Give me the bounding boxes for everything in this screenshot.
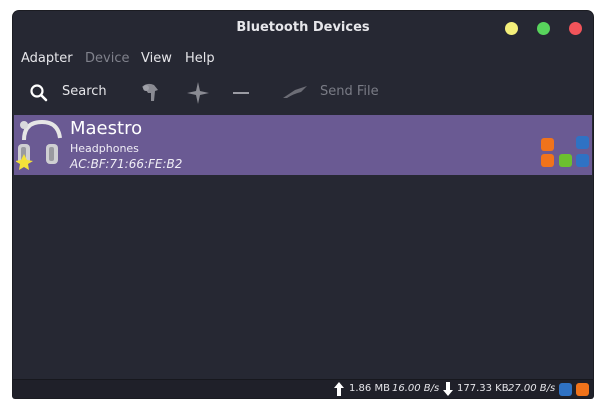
send-file-label: Send File [320, 84, 379, 99]
headphones-icon [16, 119, 62, 170]
download-total: 177.33 KB [457, 383, 509, 394]
upload-rate: 16.00 B/s [392, 383, 439, 394]
wifi-icon [576, 154, 589, 167]
bluetooth-devices-window: Bluetooth Devices Adapter Device View He… [13, 11, 593, 398]
serial-icon [576, 136, 589, 149]
device-row[interactable]: Maestro Headphones AC:BF:71:66:FE:B2 [14, 115, 592, 175]
maximize-button[interactable] [537, 22, 550, 35]
statusbar: 1.86 MB 16.00 B/s 177.33 KB 27.00 B/s [13, 379, 593, 398]
statusbar-wifi-icon [559, 383, 572, 396]
star-icon [187, 82, 209, 104]
download-rate-value: 27.00 B/s [508, 383, 556, 394]
download-rate: 27.00 B/s [508, 383, 555, 394]
remove-button[interactable] [227, 75, 255, 111]
close-button[interactable] [569, 22, 582, 35]
search-label: Search [62, 84, 107, 99]
minimize-button[interactable] [505, 22, 518, 35]
audio-source-icon [541, 154, 554, 167]
send-file-icon [283, 86, 307, 98]
pair-button[interactable] [137, 75, 167, 111]
device-address: AC:BF:71:66:FE:B2 [70, 157, 183, 171]
toolbar: Search Send File [13, 75, 593, 113]
send-file-button[interactable]: Send File [279, 75, 389, 111]
menu-adapter[interactable]: Adapter [21, 51, 73, 66]
titlebar: Bluetooth Devices [13, 11, 593, 47]
search-button[interactable]: Search [21, 75, 117, 111]
menu-device[interactable]: Device [85, 51, 129, 66]
network-icon [559, 154, 572, 167]
minus-icon [233, 92, 249, 94]
pair-icon [142, 83, 158, 101]
menubar: Adapter Device View Help [13, 47, 593, 73]
statusbar-audio-icon [576, 383, 589, 396]
device-list: Maestro Headphones AC:BF:71:66:FE:B2 [13, 115, 593, 379]
menu-view[interactable]: View [141, 51, 172, 66]
audio-sink-icon [541, 138, 554, 151]
device-name: Maestro [70, 118, 143, 139]
upload-rate-value: 16.00 B/s [392, 383, 440, 394]
device-type: Headphones [70, 142, 139, 155]
upload-arrow-icon [334, 382, 344, 396]
download-arrow-icon [443, 382, 453, 396]
menu-help[interactable]: Help [185, 51, 215, 66]
search-icon [30, 84, 48, 102]
upload-total: 1.86 MB [349, 383, 390, 394]
trust-button[interactable] [183, 75, 213, 111]
